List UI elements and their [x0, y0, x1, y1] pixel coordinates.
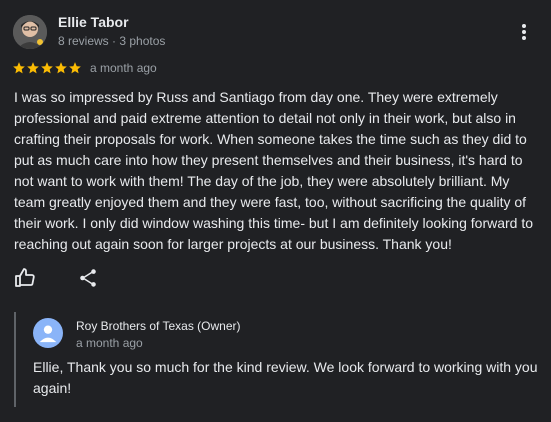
reviewer-avatar[interactable]: [13, 15, 47, 49]
review-text: I was so impressed by Russ and Santiago …: [14, 89, 534, 252]
owner-name: Roy Brothers of Texas (Owner): [76, 319, 241, 333]
star-icon: [55, 62, 67, 74]
star-rating: [12, 61, 82, 75]
rating-row: a month ago: [12, 60, 157, 76]
share-button[interactable]: [77, 267, 101, 291]
star-icon: [27, 62, 39, 74]
like-button[interactable]: [13, 266, 37, 290]
more-options-button[interactable]: [514, 22, 534, 42]
owner-response-divider: [14, 312, 16, 407]
star-icon: [41, 62, 53, 74]
thumbs-up-icon: [15, 268, 35, 287]
reviewer-name[interactable]: Ellie Tabor: [58, 14, 129, 30]
star-icon: [69, 62, 81, 74]
owner-response-time: a month ago: [76, 336, 143, 350]
reviewer-meta: 8 reviews · 3 photos: [58, 34, 166, 48]
share-icon: [80, 269, 96, 287]
review-time: a month ago: [90, 61, 157, 75]
person-icon: [39, 325, 57, 343]
owner-reply-text: Ellie, Thank you so much for the kind re…: [33, 359, 538, 396]
star-icon: [13, 62, 25, 74]
more-vert-icon: [522, 24, 526, 40]
owner-avatar: [33, 318, 63, 348]
